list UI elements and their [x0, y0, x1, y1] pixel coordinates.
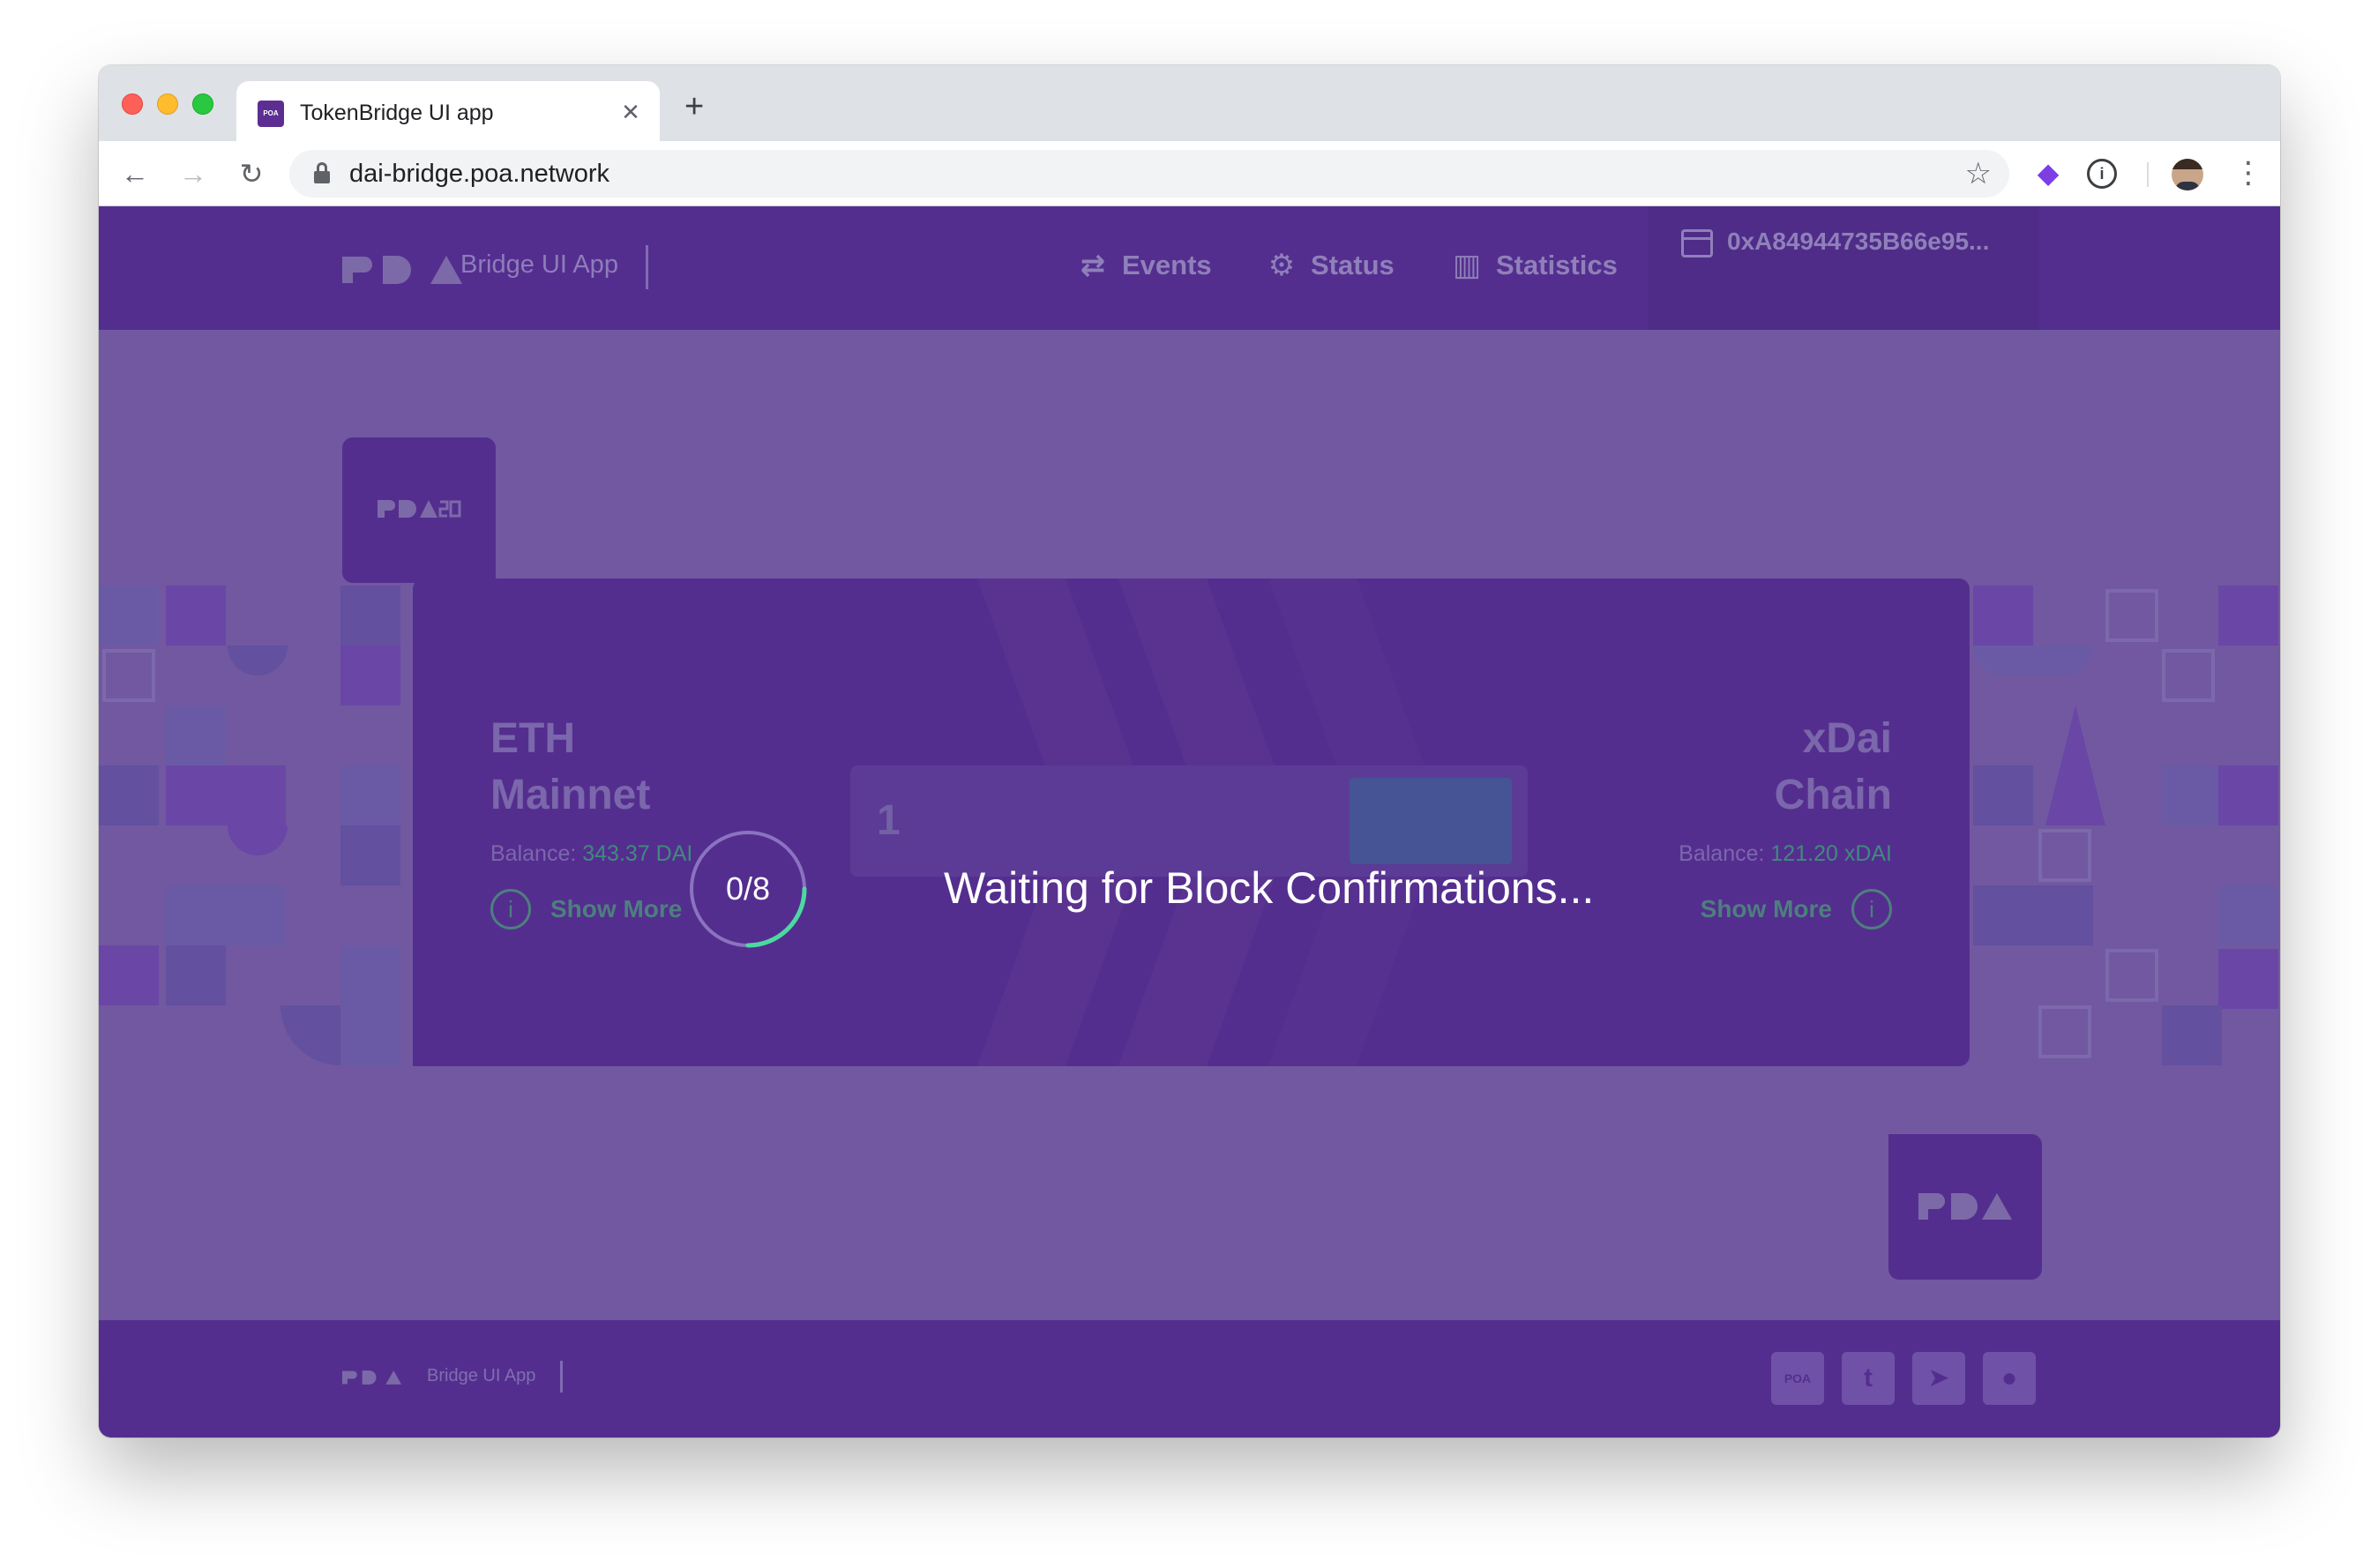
xdai-show-more-button[interactable]: Show More i — [1701, 889, 1892, 930]
password-manager-icon[interactable]: i — [2087, 159, 2117, 189]
browser-tab[interactable]: POA TokenBridge UI app ✕ — [236, 81, 660, 143]
reload-button[interactable]: ↻ — [233, 155, 270, 192]
info-icon: i — [490, 889, 531, 930]
loading-message: Waiting for Block Confirmations... — [944, 863, 1595, 913]
eth-network-title: ETH Mainnet — [490, 711, 650, 824]
amount-input-value[interactable]: 1 — [877, 799, 901, 843]
browser-window: POA TokenBridge UI app ✕ + ← → ↻ dai-bri… — [99, 65, 2280, 1437]
eth-show-more-button[interactable]: i Show More — [490, 889, 682, 930]
footer-poa-logo[interactable] — [342, 1369, 408, 1386]
github-icon[interactable]: ● — [1983, 1352, 2036, 1405]
close-tab-icon[interactable]: ✕ — [617, 99, 644, 125]
page-content: Bridge UI App ⇄ Events ⚙ Status ▥ Statis… — [99, 206, 2280, 1437]
transfer-button[interactable] — [1350, 778, 1512, 864]
poa-logo-icon — [342, 256, 462, 284]
poa20-logo-icon — [378, 500, 461, 518]
nav-status-label: Status — [1311, 250, 1395, 280]
eth-show-more-label: Show More — [550, 895, 683, 922]
maximize-window-button[interactable] — [192, 93, 213, 115]
amount-input-box[interactable]: 1 — [850, 765, 1528, 877]
eth-title-line2: Mainnet — [490, 772, 651, 818]
extension-gem-icon[interactable]: ◆ — [2030, 155, 2066, 190]
telegram-icon[interactable]: ➤ — [1912, 1352, 1965, 1405]
eth-balance-value: 343.37 DAI — [582, 841, 693, 866]
eth-balance: Balance: 343.37 DAI — [490, 841, 692, 867]
toolbar-divider — [2147, 162, 2149, 187]
xdai-network-title: xDai Chain — [1775, 711, 1892, 824]
eth-balance-label: Balance: — [490, 841, 577, 866]
eth-title-line1: ETH — [490, 715, 575, 762]
wallet-address: 0xA84944735B66e95... — [1727, 228, 1990, 255]
app-header: Bridge UI App ⇄ Events ⚙ Status ▥ Statis… — [99, 206, 2280, 330]
tab-title: TokenBridge UI app — [300, 101, 494, 125]
app-name-label: Bridge UI App — [460, 250, 618, 279]
xdai-title-line2: Chain — [1774, 772, 1892, 818]
poa-favicon-icon: POA — [258, 101, 284, 127]
nav-status[interactable]: ⚙ Status — [1265, 249, 1395, 282]
twitter-icon[interactable]: t — [1842, 1352, 1895, 1405]
xdai-balance-label: Balance: — [1679, 841, 1765, 866]
back-button[interactable]: ← — [116, 155, 153, 192]
profile-avatar[interactable] — [2172, 159, 2203, 190]
forward-button[interactable]: → — [175, 155, 212, 192]
xdai-balance: Balance: 121.20 xDAI — [1679, 841, 1892, 867]
browser-toolbar: ← → ↻ dai-bridge.poa.network ☆ ◆ i ⋮ — [99, 141, 2280, 206]
decorative-pattern-right — [1973, 586, 2280, 1071]
confirmations-count: 0/8 — [725, 870, 771, 907]
bookmark-star-icon[interactable]: ☆ — [1965, 157, 1992, 190]
poa-tab — [1888, 1134, 2042, 1280]
app-footer: Bridge UI App POA t ➤ ● — [99, 1320, 2280, 1437]
footer-poa-logo-icon — [342, 1370, 402, 1385]
xdai-title-line1: xDai — [1802, 715, 1892, 762]
decorative-pattern-left — [99, 586, 416, 1071]
nav-statistics-label: Statistics — [1496, 250, 1618, 280]
events-icon: ⇄ — [1080, 249, 1106, 282]
close-window-button[interactable] — [122, 93, 143, 115]
browser-menu-icon[interactable]: ⋮ — [2233, 155, 2263, 190]
url-text[interactable]: dai-bridge.poa.network — [349, 159, 609, 189]
lock-icon — [314, 162, 330, 183]
info-icon: i — [1851, 889, 1892, 930]
new-tab-button[interactable]: + — [684, 90, 704, 123]
nav-events[interactable]: ⇄ Events — [1076, 249, 1212, 282]
poa20-tab — [342, 437, 496, 583]
minimize-window-button[interactable] — [157, 93, 178, 115]
address-bar[interactable]: dai-bridge.poa.network ☆ — [289, 150, 2009, 198]
xdai-show-more-label: Show More — [1700, 895, 1832, 922]
title-bar: POA TokenBridge UI app ✕ + — [99, 65, 2280, 143]
gear-icon: ⚙ — [1268, 249, 1296, 282]
header-divider — [646, 245, 648, 289]
footer-app-name: Bridge UI App — [427, 1366, 536, 1385]
wallet-icon — [1681, 229, 1713, 258]
poa-social-icon[interactable]: POA — [1771, 1352, 1824, 1405]
poa-tab-logo-icon — [1918, 1193, 2012, 1220]
nav-events-label: Events — [1122, 250, 1212, 280]
nav-statistics[interactable]: ▥ Statistics — [1450, 249, 1618, 282]
footer-divider — [560, 1361, 563, 1393]
xdai-balance-value: 121.20 xDAI — [1770, 841, 1892, 866]
bridge-panel: ETH Mainnet Balance: 343.37 DAI i Show M… — [413, 579, 1970, 1066]
wallet-button[interactable]: 0xA84944735B66e95... — [1648, 206, 2039, 330]
poa-logo[interactable] — [342, 255, 475, 285]
bar-chart-icon: ▥ — [1452, 249, 1482, 282]
